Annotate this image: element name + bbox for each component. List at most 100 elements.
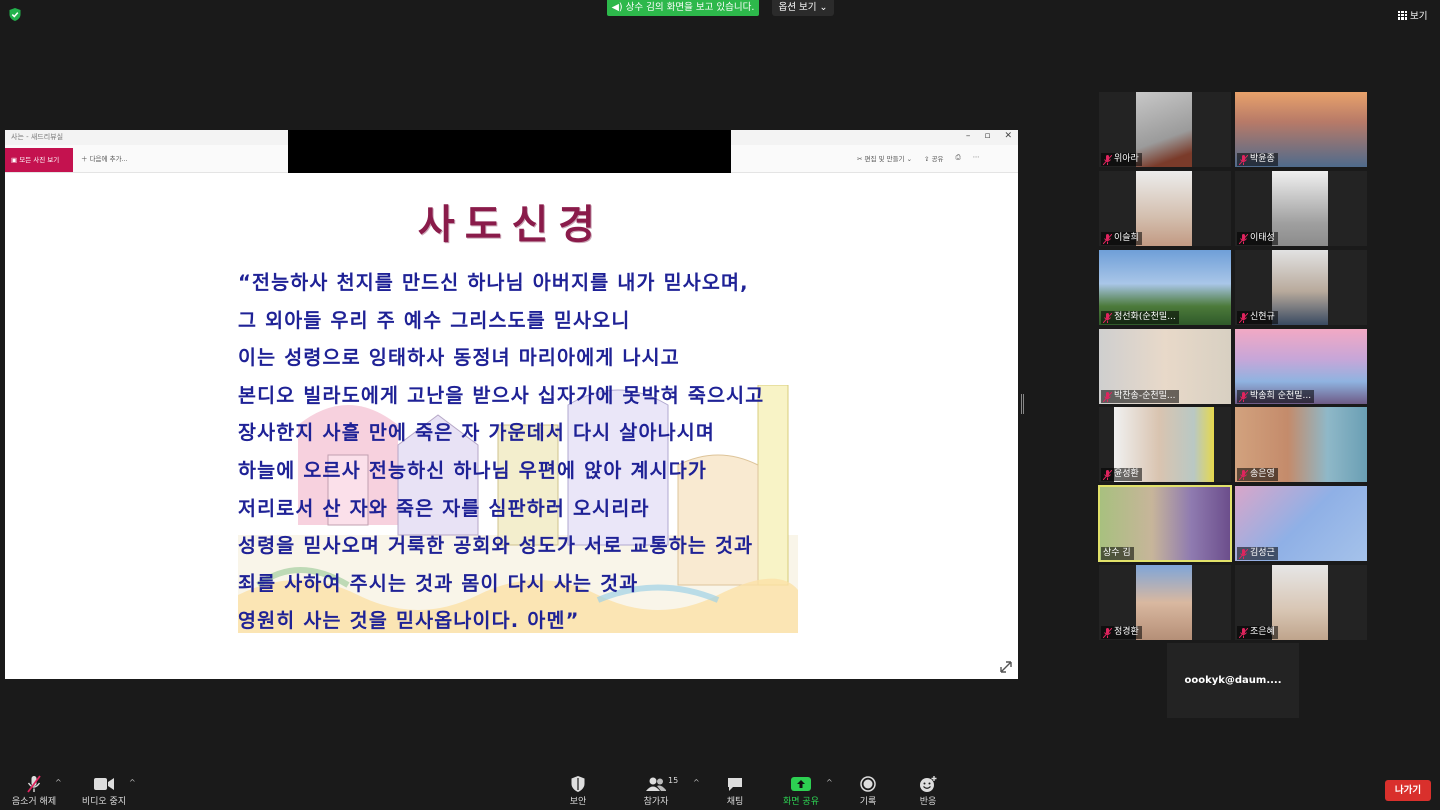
shield-icon bbox=[571, 776, 585, 792]
view-options-button[interactable]: 옵션 보기 ⌄ bbox=[772, 0, 834, 16]
video-feed bbox=[1272, 250, 1328, 325]
participant-tile[interactable]: 박찬송-순천밀... bbox=[1099, 329, 1231, 404]
reactions-button[interactable]: 반응 bbox=[908, 774, 948, 807]
participant-tile[interactable]: 윤성환 bbox=[1099, 407, 1231, 482]
panel-resize-handle[interactable] bbox=[1021, 394, 1024, 414]
mic-options-caret[interactable]: ^ bbox=[55, 778, 62, 787]
screen-share-banner: ◀) 상수 김의 화면을 보고 있습니다. bbox=[607, 0, 759, 16]
creed-line: 죄를 사하여 주시는 것과 몸이 다시 사는 것과 bbox=[238, 571, 639, 595]
plus-icon: ＋ bbox=[81, 155, 88, 163]
participant-tile[interactable]: 정경환 bbox=[1099, 565, 1231, 640]
participant-name: 조은혜 bbox=[1237, 626, 1278, 639]
participant-name: 김성근 bbox=[1237, 547, 1278, 560]
add-to-button: ＋ 다음에 추가... bbox=[81, 155, 128, 163]
participant-name: 상수 김 bbox=[1101, 547, 1134, 560]
security-button[interactable]: 보안 bbox=[558, 774, 598, 807]
participants-icon bbox=[646, 777, 666, 791]
participant-name: 위아라 bbox=[1101, 153, 1142, 166]
chevron-down-icon: ⌄ bbox=[819, 2, 828, 13]
mic-muted-icon bbox=[27, 775, 41, 793]
window-controls: – ▫ ✕ bbox=[966, 131, 1012, 141]
creed-line: “전능하사 천지를 만드신 하나님 아버지를 내가 믿사오며, bbox=[238, 271, 749, 294]
creed-line: 장사한지 사흘 만에 죽은 자 가운데서 다시 살아나시며 bbox=[238, 421, 716, 445]
slide-body: “전능하사 천지를 만드신 하나님 아버지를 내가 믿사오며, 그 외아들 우리… bbox=[238, 264, 998, 640]
view-button[interactable]: 보기 bbox=[1398, 8, 1427, 22]
participant-tile[interactable]: 위아라 bbox=[1099, 92, 1231, 167]
creed-line: 본디오 빌라도에게 고난을 받으사 십자가에 못박혀 죽으시고 bbox=[238, 383, 765, 407]
video-feed bbox=[1136, 92, 1192, 167]
speaker-icon: ◀) bbox=[611, 2, 623, 13]
mic-muted-icon bbox=[1239, 627, 1248, 638]
participants-count: 15 bbox=[668, 776, 679, 785]
participant-name: 이태성 bbox=[1237, 232, 1278, 245]
fullscreen-icon[interactable] bbox=[1000, 661, 1012, 673]
mic-muted-icon bbox=[1103, 233, 1112, 244]
minimize-icon: – bbox=[965, 131, 971, 141]
participant-tile[interactable]: 송은영 bbox=[1235, 407, 1367, 482]
smiley-plus-icon bbox=[920, 775, 937, 792]
edit-create-button: ✂ 편집 및 만들기 ⌄ bbox=[857, 155, 913, 163]
participant-tile[interactable]: 박윤종 bbox=[1235, 92, 1367, 167]
participant-tile[interactable]: 이슬희 bbox=[1099, 171, 1231, 246]
mic-muted-icon bbox=[1103, 469, 1112, 480]
creed-line: 하늘에 오르사 전능하신 하나님 우편에 앉아 계시다가 bbox=[238, 458, 708, 482]
mic-muted-icon bbox=[1103, 391, 1112, 402]
share-screen-icon bbox=[791, 777, 811, 791]
video-feed bbox=[1136, 565, 1192, 640]
participant-tile-no-video[interactable]: oookyk@daum.... bbox=[1167, 643, 1299, 718]
creed-line: 그 외아들 우리 주 예수 그리스도를 믿사오니 bbox=[238, 308, 631, 332]
grid-view-icon bbox=[1398, 10, 1407, 20]
participant-name: 이슬희 bbox=[1101, 232, 1142, 245]
participant-name: 박윤종 bbox=[1237, 153, 1278, 166]
participant-tile[interactable]: 김성근 bbox=[1235, 486, 1367, 561]
participant-name: 박송희 순천밀... bbox=[1237, 390, 1315, 403]
toolbar-right: ✂ 편집 및 만들기 ⌄ ⇪ 공유 ⎙ ⋯ bbox=[857, 153, 979, 163]
maximize-icon: ▫ bbox=[984, 131, 991, 141]
mic-muted-icon bbox=[1103, 312, 1112, 323]
video-feed bbox=[1272, 171, 1328, 246]
creed-line: 성령을 믿사오며 거룩한 공회와 성도가 서로 교통하는 것과 bbox=[238, 534, 754, 558]
shared-screen: 사는 - 새드리뷰실 – ▫ ✕ ▣ 모든 사진 보기 ＋ 다음에 추가... … bbox=[5, 130, 1018, 679]
view-all-photos-button: ▣ 모든 사진 보기 bbox=[5, 148, 73, 172]
mic-muted-icon bbox=[1239, 548, 1248, 559]
shield-check-icon[interactable] bbox=[9, 8, 21, 21]
creed-line: 영원히 사는 것을 믿사옵나이다. 아멘” bbox=[238, 609, 580, 633]
record-button[interactable]: 기록 bbox=[848, 774, 888, 807]
stop-video-button[interactable]: 비디오 중지 bbox=[78, 774, 130, 807]
share-screen-button[interactable]: 화면 공유 bbox=[778, 774, 824, 807]
chat-button[interactable]: 채팅 bbox=[715, 774, 755, 807]
active-speaker-tile[interactable]: 상수 김 bbox=[1098, 485, 1232, 562]
creed-line: 이는 성령으로 잉태하사 동정녀 마리아에게 나시고 bbox=[238, 346, 680, 370]
unmute-button[interactable]: 음소거 해제 bbox=[8, 774, 60, 807]
creed-line: 저리로서 산 자와 죽은 자를 심판하러 오시리라 bbox=[238, 496, 650, 520]
mic-muted-icon bbox=[1103, 627, 1112, 638]
participants-options-caret[interactable]: ^ bbox=[693, 778, 700, 787]
photo-icon: ▣ bbox=[11, 156, 18, 164]
video-feed bbox=[1272, 565, 1328, 640]
participant-name: 정선화(순천밀... bbox=[1101, 311, 1179, 324]
mic-muted-icon bbox=[1239, 312, 1248, 323]
participant-name: 신현규 bbox=[1237, 311, 1278, 324]
print-icon: ⎙ bbox=[955, 153, 961, 161]
participant-name: 박찬송-순천밀... bbox=[1101, 390, 1179, 403]
participant-tile[interactable]: 조은혜 bbox=[1235, 565, 1367, 640]
participant-tile[interactable]: 정선화(순천밀... bbox=[1099, 250, 1231, 325]
slide-title: 사도신경 bbox=[417, 201, 606, 248]
video-options-caret[interactable]: ^ bbox=[129, 778, 136, 787]
mic-muted-icon bbox=[1239, 233, 1248, 244]
share-photo-button: ⇪ 공유 bbox=[924, 155, 944, 163]
mic-muted-icon bbox=[1239, 391, 1248, 402]
participant-tile[interactable]: 신현규 bbox=[1235, 250, 1367, 325]
participant-name: 정경환 bbox=[1101, 626, 1142, 639]
mic-muted-icon bbox=[1239, 154, 1248, 165]
more-icon: ⋯ bbox=[972, 153, 980, 161]
mic-muted-icon bbox=[1239, 469, 1248, 480]
participant-tile[interactable]: 박송희 순천밀... bbox=[1235, 329, 1367, 404]
leave-button[interactable]: 나가기 bbox=[1385, 780, 1431, 801]
share-options-caret[interactable]: ^ bbox=[826, 778, 833, 787]
participant-name: 송은영 bbox=[1237, 468, 1278, 481]
close-icon: ✕ bbox=[1004, 131, 1012, 141]
video-camera-icon bbox=[94, 778, 114, 790]
participant-tile[interactable]: 이태성 bbox=[1235, 171, 1367, 246]
chat-bubble-icon bbox=[728, 777, 742, 791]
